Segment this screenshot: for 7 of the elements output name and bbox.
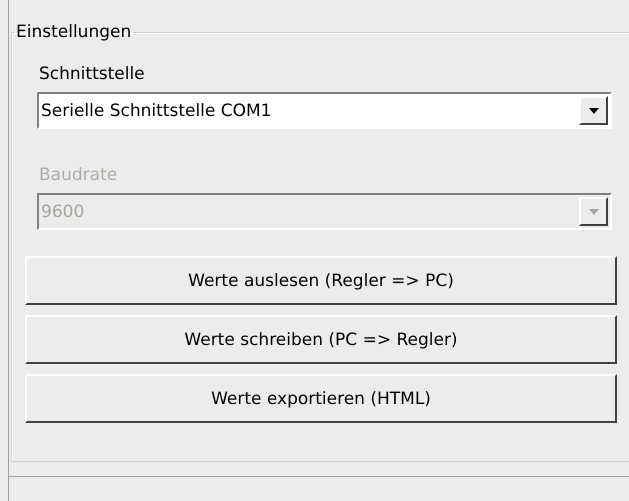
field-label: Baudrate	[39, 165, 118, 185]
action-button[interactable]: Werte auslesen (Regler => PC)	[25, 256, 617, 305]
dropdown[interactable]: Serielle Schnittstelle COM1	[37, 92, 612, 129]
action-button[interactable]: Werte schreiben (PC => Regler)	[25, 315, 617, 364]
action-button[interactable]: Werte exportieren (HTML)	[25, 374, 617, 423]
field-label: Schnittstelle	[39, 64, 145, 84]
group-title: Einstellungen	[15, 22, 132, 42]
